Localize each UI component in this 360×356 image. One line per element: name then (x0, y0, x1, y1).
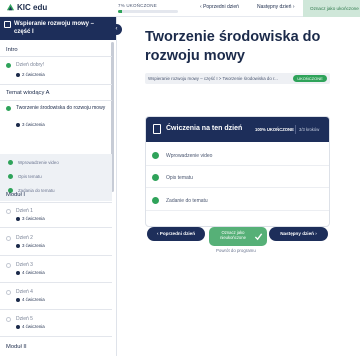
subitem-label: Wprowadzenie video (18, 160, 59, 165)
status-badge: UKOŃCZONE (293, 75, 327, 82)
next-day-label: Następny dzień (257, 4, 292, 10)
subitem-label: Opis tematu (18, 174, 42, 179)
exercise-icon (16, 298, 20, 302)
divider (0, 56, 112, 57)
progress-fill (118, 10, 123, 13)
exercise-row[interactable]: Wprowadzenie video (146, 146, 329, 166)
exercise-row[interactable]: Opis tematu (146, 168, 329, 188)
document-icon (153, 124, 161, 134)
page-title: Tworzenie środowiska do rozwoju mowy (145, 29, 321, 64)
sidebar-item-title[interactable]: Tworzenie środowiska do rozwoju mowy (16, 105, 108, 111)
section-topic-a[interactable]: Temat wiodący A (6, 90, 50, 96)
sidebar-item-count: 3 ćwiczenia (22, 122, 45, 127)
breadcrumb[interactable]: Wspieranie rozwoju mowy – część I > Twor… (148, 76, 278, 81)
card-header: Ćwiczenia na ten dzień 100% UKOŃCZONE 3/… (146, 117, 329, 142)
divider (0, 309, 112, 310)
check-icon (254, 233, 263, 241)
logo[interactable]: KIC edu (6, 3, 47, 12)
logo-icon (6, 3, 15, 11)
chevron-right-icon: › (313, 231, 317, 236)
prev-day-link[interactable]: ‹ Poprzedni dzień (200, 4, 239, 10)
check-circle-icon (152, 197, 159, 204)
exercise-icon (16, 325, 20, 329)
prev-day-button-label: Poprzedni dzień (159, 231, 196, 236)
divider (295, 125, 296, 134)
exercise-icon (16, 244, 20, 248)
next-day-button[interactable]: Następny dzień › (269, 227, 328, 241)
divider (0, 282, 112, 283)
divider (0, 84, 112, 85)
exercise-label: Wprowadzenie video (166, 153, 213, 159)
mark-done-button[interactable]: Oznacz jako ukończone (303, 0, 360, 17)
sidebar-item-title[interactable]: Dzień 1 (16, 208, 33, 214)
incomplete-icon (6, 290, 11, 295)
sidebar: Wspieranie rozwoju mowy – część I Intro … (0, 17, 117, 356)
completed-icon (6, 106, 11, 111)
sidebar-item-count: 3 ćwiczenia (22, 216, 45, 221)
check-circle-icon (152, 174, 159, 181)
exercise-icon (16, 123, 20, 127)
sidebar-header: Wspieranie rozwoju mowy – część I (0, 17, 116, 40)
back-to-program-link[interactable]: Powrót do programu (216, 248, 256, 253)
card-percent: 100% UKOŃCZONE (255, 127, 294, 132)
mark-undone-label: Oznacz jako nieukończone (220, 230, 246, 240)
card-step-count: 3/3 kroków (299, 127, 320, 132)
sidebar-item-count: 2 ćwiczenia (22, 72, 45, 77)
logo-text: KIC edu (17, 3, 48, 12)
incomplete-icon (6, 317, 11, 322)
mark-undone-button[interactable]: Oznacz jako nieukończone (209, 227, 267, 246)
sidebar-item-title[interactable]: Dzień 5 (16, 316, 33, 322)
book-icon (4, 21, 11, 28)
chevron-left-icon: ‹ (115, 26, 118, 32)
sidebar-title: Wspieranie rozwoju mowy – część I (14, 21, 95, 35)
mark-done-label: Oznacz jako ukończone (310, 6, 359, 11)
next-day-button-label: Następny dzień (280, 231, 314, 236)
divider (0, 227, 112, 228)
exercise-label: Zadanie do tematu (166, 198, 208, 204)
exercise-icon (16, 217, 20, 221)
incomplete-icon (6, 263, 11, 268)
divider (0, 202, 112, 203)
sidebar-item-title[interactable]: Dzień 4 (16, 289, 33, 295)
app-root: KIC edu 7% UKOŃCZONE ‹ Poprzedni dzień N… (0, 0, 360, 356)
incomplete-icon (6, 236, 11, 241)
collapse-sidebar-button[interactable]: ‹ (111, 24, 122, 35)
sidebar-item-count: 3 ćwiczenia (22, 243, 45, 248)
exercise-icon (16, 271, 20, 275)
breadcrumb-bar: Wspieranie rozwoju mowy – część I > Twor… (145, 73, 330, 84)
check-icon (8, 174, 13, 179)
divider (0, 255, 112, 256)
incomplete-icon (6, 209, 11, 214)
sidebar-item-count: 4 ćwiczenia (22, 324, 45, 329)
course-progress: 7% UKOŃCZONE (118, 3, 178, 13)
sidebar-item-count: 4 ćwiczenia (22, 297, 45, 302)
next-day-link[interactable]: Następny dzień › (257, 4, 295, 10)
section-module-1[interactable]: Moduł I (6, 192, 25, 198)
section-module-2[interactable]: Moduł II (6, 344, 27, 350)
progress-track (118, 10, 178, 13)
divider (0, 336, 112, 337)
sidebar-item-title[interactable]: Dzień 2 (16, 235, 33, 241)
sidebar-item-count: 4 ćwiczenia (22, 270, 45, 275)
exercise-icon (16, 73, 20, 77)
check-icon (8, 160, 13, 165)
check-circle-icon (152, 152, 159, 159)
sidebar-item-title[interactable]: Dzień dobry! (16, 62, 44, 68)
divider (0, 100, 112, 101)
section-intro[interactable]: Intro (6, 47, 18, 53)
exercises-card: Ćwiczenia na ten dzień 100% UKOŃCZONE 3/… (145, 116, 330, 227)
exercise-label: Opis tematu (166, 175, 193, 181)
prev-day-button[interactable]: ‹ Poprzedni dzień (147, 227, 205, 241)
main-content: Tworzenie środowiska do rozwoju mowy Wsp… (122, 17, 360, 356)
prev-day-label: Poprzedni dzień (203, 4, 239, 10)
sidebar-item-title[interactable]: Dzień 3 (16, 262, 33, 268)
progress-label: 7% UKOŃCZONE (118, 3, 157, 8)
completed-icon (6, 63, 11, 68)
card-title: Ćwiczenia na ten dzień (166, 125, 243, 132)
top-bar: KIC edu 7% UKOŃCZONE ‹ Poprzedni dzień N… (0, 0, 360, 17)
exercise-row[interactable]: Zadanie do tematu (146, 191, 329, 211)
chevron-right-icon: › (291, 4, 295, 10)
